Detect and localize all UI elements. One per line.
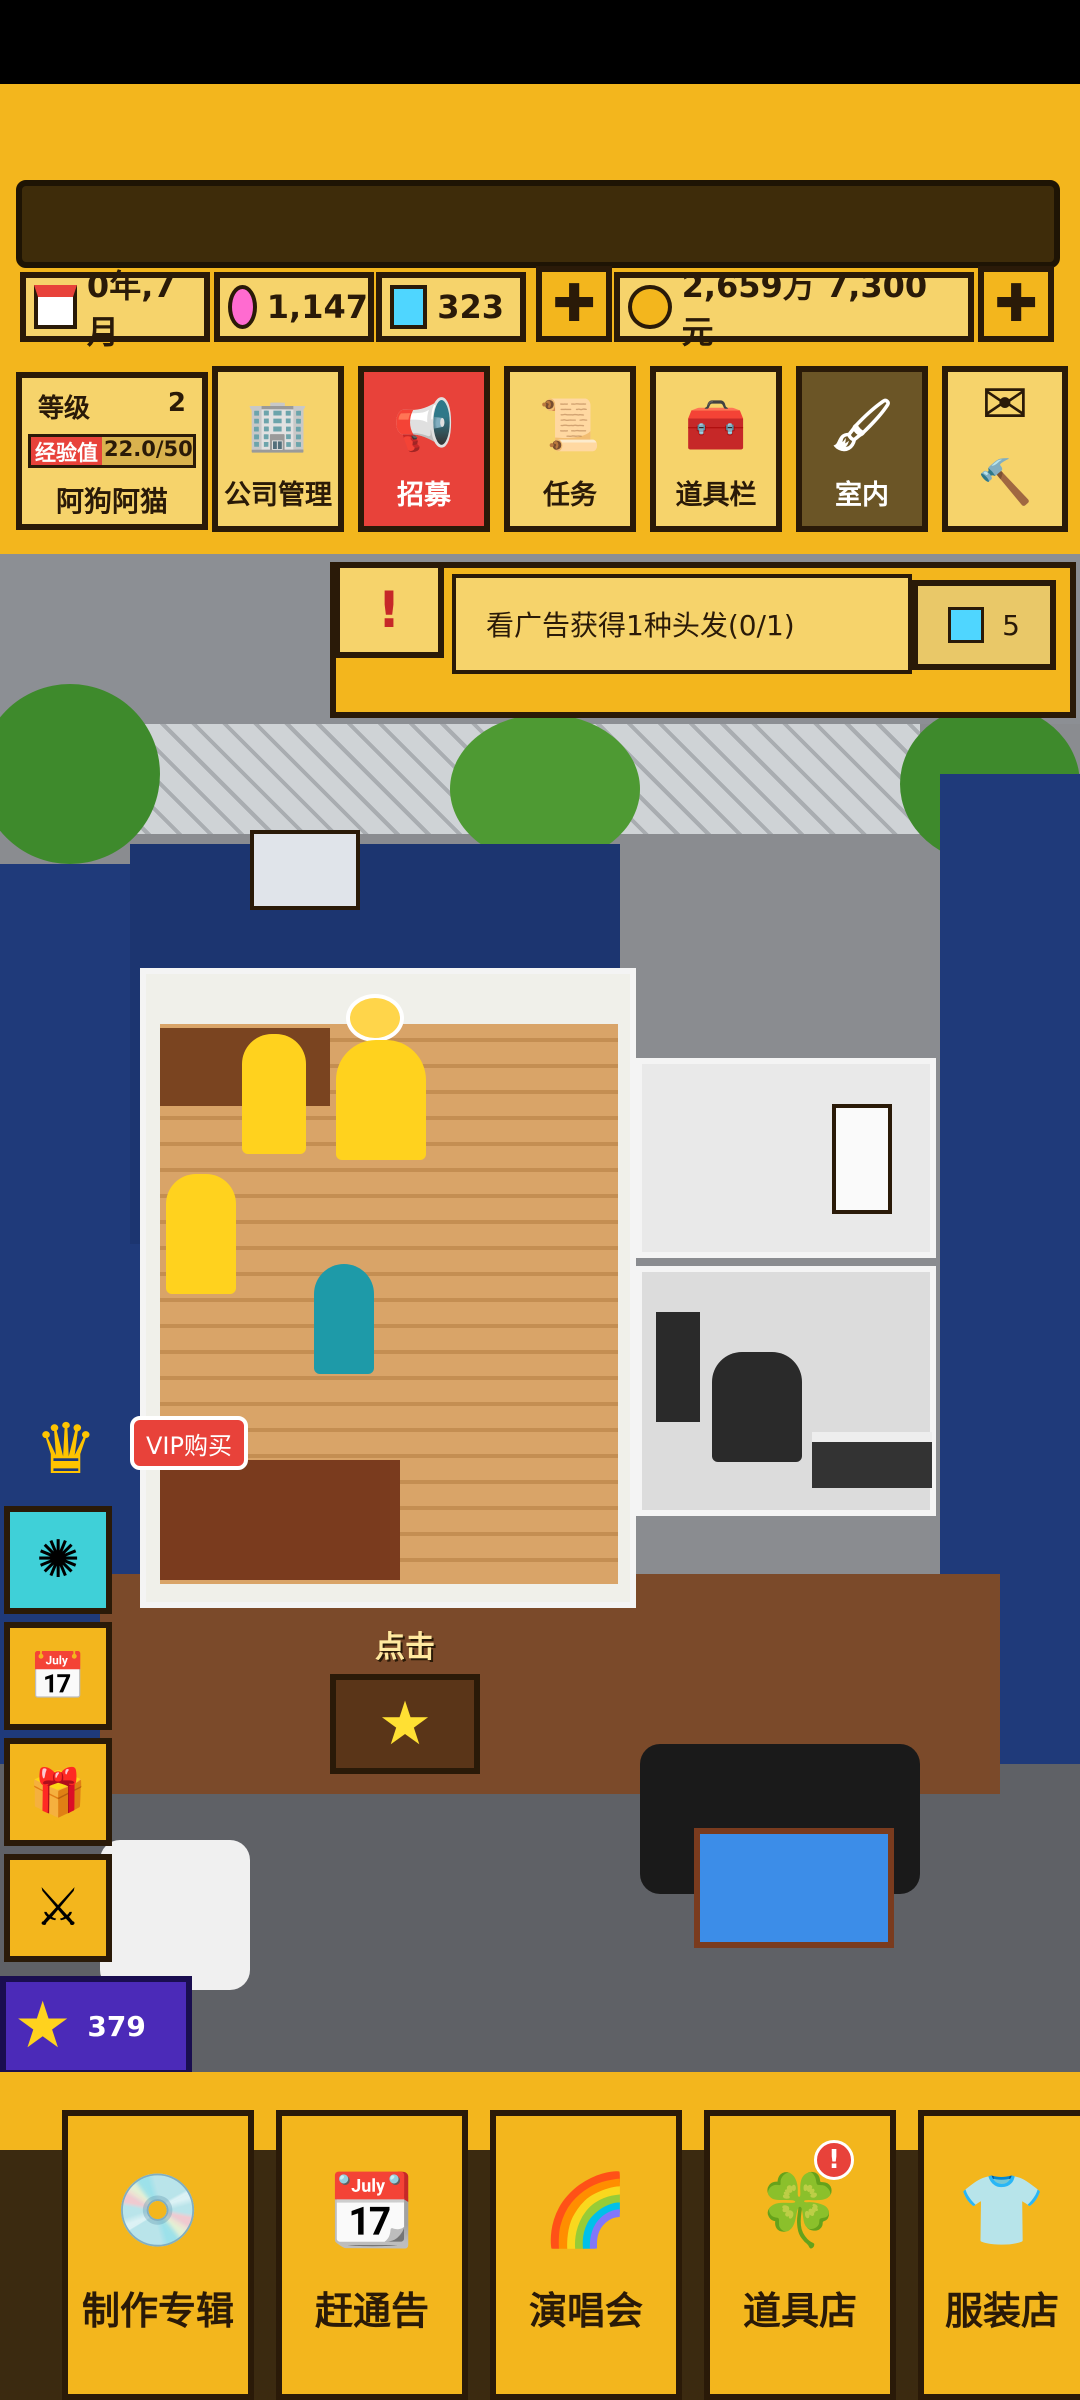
keyboard [812, 1432, 932, 1488]
staff-character[interactable] [166, 1174, 236, 1294]
calendar-icon: 📅 [29, 1648, 87, 1703]
mail-button[interactable]: ✉ 🔨 [942, 366, 1068, 532]
tree [450, 714, 640, 864]
lounge-room[interactable] [636, 1058, 936, 1258]
date-display: 0年,7月 [20, 267, 210, 351]
produce-album-button[interactable]: 💿 制作专辑 [62, 2110, 254, 2400]
star-value: 379 [87, 2009, 146, 2043]
chest-icon: 🧰 [684, 395, 748, 454]
producer-character[interactable] [712, 1352, 802, 1462]
date-value: 0年,7月 [86, 267, 176, 351]
inventory-button[interactable]: 🧰 道具栏 [650, 366, 782, 532]
task-reward[interactable]: 5 [912, 580, 1056, 670]
company-management-button[interactable]: 🏢 公司管理 [212, 366, 344, 532]
entrance-star-icon[interactable]: ★ [330, 1674, 480, 1774]
speaker [656, 1312, 700, 1422]
firework-button[interactable]: ✺ [4, 1506, 112, 1614]
rainbow-screen-icon: 🌈 [542, 2168, 630, 2251]
reward-value: 5 [1002, 608, 1020, 642]
add-money-button[interactable]: ✚ [978, 266, 1054, 342]
pink-gem-icon [228, 285, 257, 329]
gift-icon: 🎁 [29, 1764, 87, 1819]
menu-label: 室内 [835, 480, 889, 511]
sofa [160, 1460, 400, 1580]
level-value: 2 [167, 388, 186, 418]
menu-label: 招募 [397, 480, 451, 511]
nav-label: 制作专辑 [81, 2289, 234, 2333]
player-panel[interactable]: 等级 2 经验值 22.0/50 阿狗阿猫 [16, 372, 208, 530]
crown-icon[interactable]: ♛ [14, 1404, 118, 1494]
task-text: 看广告获得1种头发(0/1) [452, 574, 912, 674]
star-counter[interactable]: ★ 379 [0, 1976, 192, 2076]
menu-label: 公司管理 [224, 480, 332, 511]
coin-icon [628, 285, 672, 329]
tasks-button[interactable]: 📜 任务 [504, 366, 636, 532]
nav-label: 赶通告 [314, 2289, 429, 2333]
plus-icon: ✚ [994, 274, 1038, 334]
title-strip [16, 180, 1060, 268]
gift-button[interactable]: 🎁 [4, 1738, 112, 1846]
billboard[interactable] [694, 1828, 894, 1948]
hammer-icon: 🔨 [977, 456, 1033, 508]
artist-character[interactable] [314, 1264, 374, 1374]
diamond-icon [390, 285, 428, 329]
money-value: 2,659万 7,300元 [681, 267, 928, 351]
recruit-button[interactable]: 📢 招募 [358, 366, 490, 532]
diamond-icon [948, 607, 985, 643]
player-name: 阿狗阿猫 [55, 485, 168, 518]
office-room[interactable] [140, 968, 636, 1608]
gem-value: 1,147 [266, 288, 368, 326]
building-icon: 🏢 [246, 395, 310, 454]
click-hint: 点击 [375, 1630, 435, 1665]
trophy-icon [346, 994, 404, 1042]
exp-value: 22.0/50 [104, 437, 193, 461]
clothing-shop-button[interactable]: 👕 服装店 [918, 2110, 1080, 2400]
item-shop-button[interactable]: 🍀 道具店 [704, 2110, 896, 2400]
cd-icon: 💿 [114, 2168, 202, 2251]
battle-button[interactable]: ⚔ [4, 1854, 112, 1962]
gem-display: 1,147 [214, 272, 374, 342]
nav-label: 演唱会 [528, 2289, 643, 2333]
menu-label: 任务 [543, 480, 597, 511]
schedule-button[interactable]: 📆 赶通告 [276, 2110, 468, 2400]
diamond-value: 323 [437, 288, 504, 326]
interior-button[interactable]: 🖌 室内 [796, 366, 928, 532]
envelope-icon: ✉ [981, 372, 1029, 437]
level-label: 等级 [38, 394, 91, 424]
plus-icon: ✚ [552, 274, 596, 334]
task-alert-icon: ! [334, 562, 444, 658]
firework-icon: ✺ [36, 1530, 80, 1590]
diamond-display: 323 [376, 272, 526, 342]
add-diamond-button[interactable]: ✚ [536, 266, 612, 342]
daily-calendar-button[interactable]: 📅 [4, 1622, 112, 1730]
vip-purchase-button[interactable]: VIP购买 [130, 1416, 248, 1470]
rooftop-ac-unit [250, 830, 360, 910]
nav-label: 道具店 [742, 2289, 857, 2333]
money-display: 2,659万 7,300元 [614, 267, 974, 351]
star-icon: ★ [14, 1989, 72, 2063]
calendar-icon: 📆 [328, 2168, 416, 2251]
shirt-icon: 👕 [958, 2168, 1046, 2251]
staff-character[interactable] [336, 1040, 426, 1160]
calendar-icon [34, 285, 77, 329]
white-car [100, 1840, 250, 1990]
status-bar [0, 0, 1080, 84]
concert-button[interactable]: 🌈 演唱会 [490, 2110, 682, 2400]
nav-label: 服装店 [944, 2289, 1059, 2333]
menu-label: 道具栏 [675, 480, 757, 511]
crossed-swords-icon: ⚔ [34, 1878, 82, 1938]
exp-label: 经验值 [35, 441, 98, 465]
staff-character[interactable] [832, 1104, 892, 1214]
scroll-icon: 📜 [538, 395, 602, 454]
paint-roller-icon: 🖌 [830, 395, 894, 454]
notification-badge: ! [814, 2140, 854, 2180]
studio-room[interactable] [636, 1266, 936, 1516]
megaphone-icon: 📢 [392, 395, 456, 454]
staff-character[interactable] [242, 1034, 306, 1154]
game-scene[interactable]: ★ 点击 [0, 554, 1080, 2072]
